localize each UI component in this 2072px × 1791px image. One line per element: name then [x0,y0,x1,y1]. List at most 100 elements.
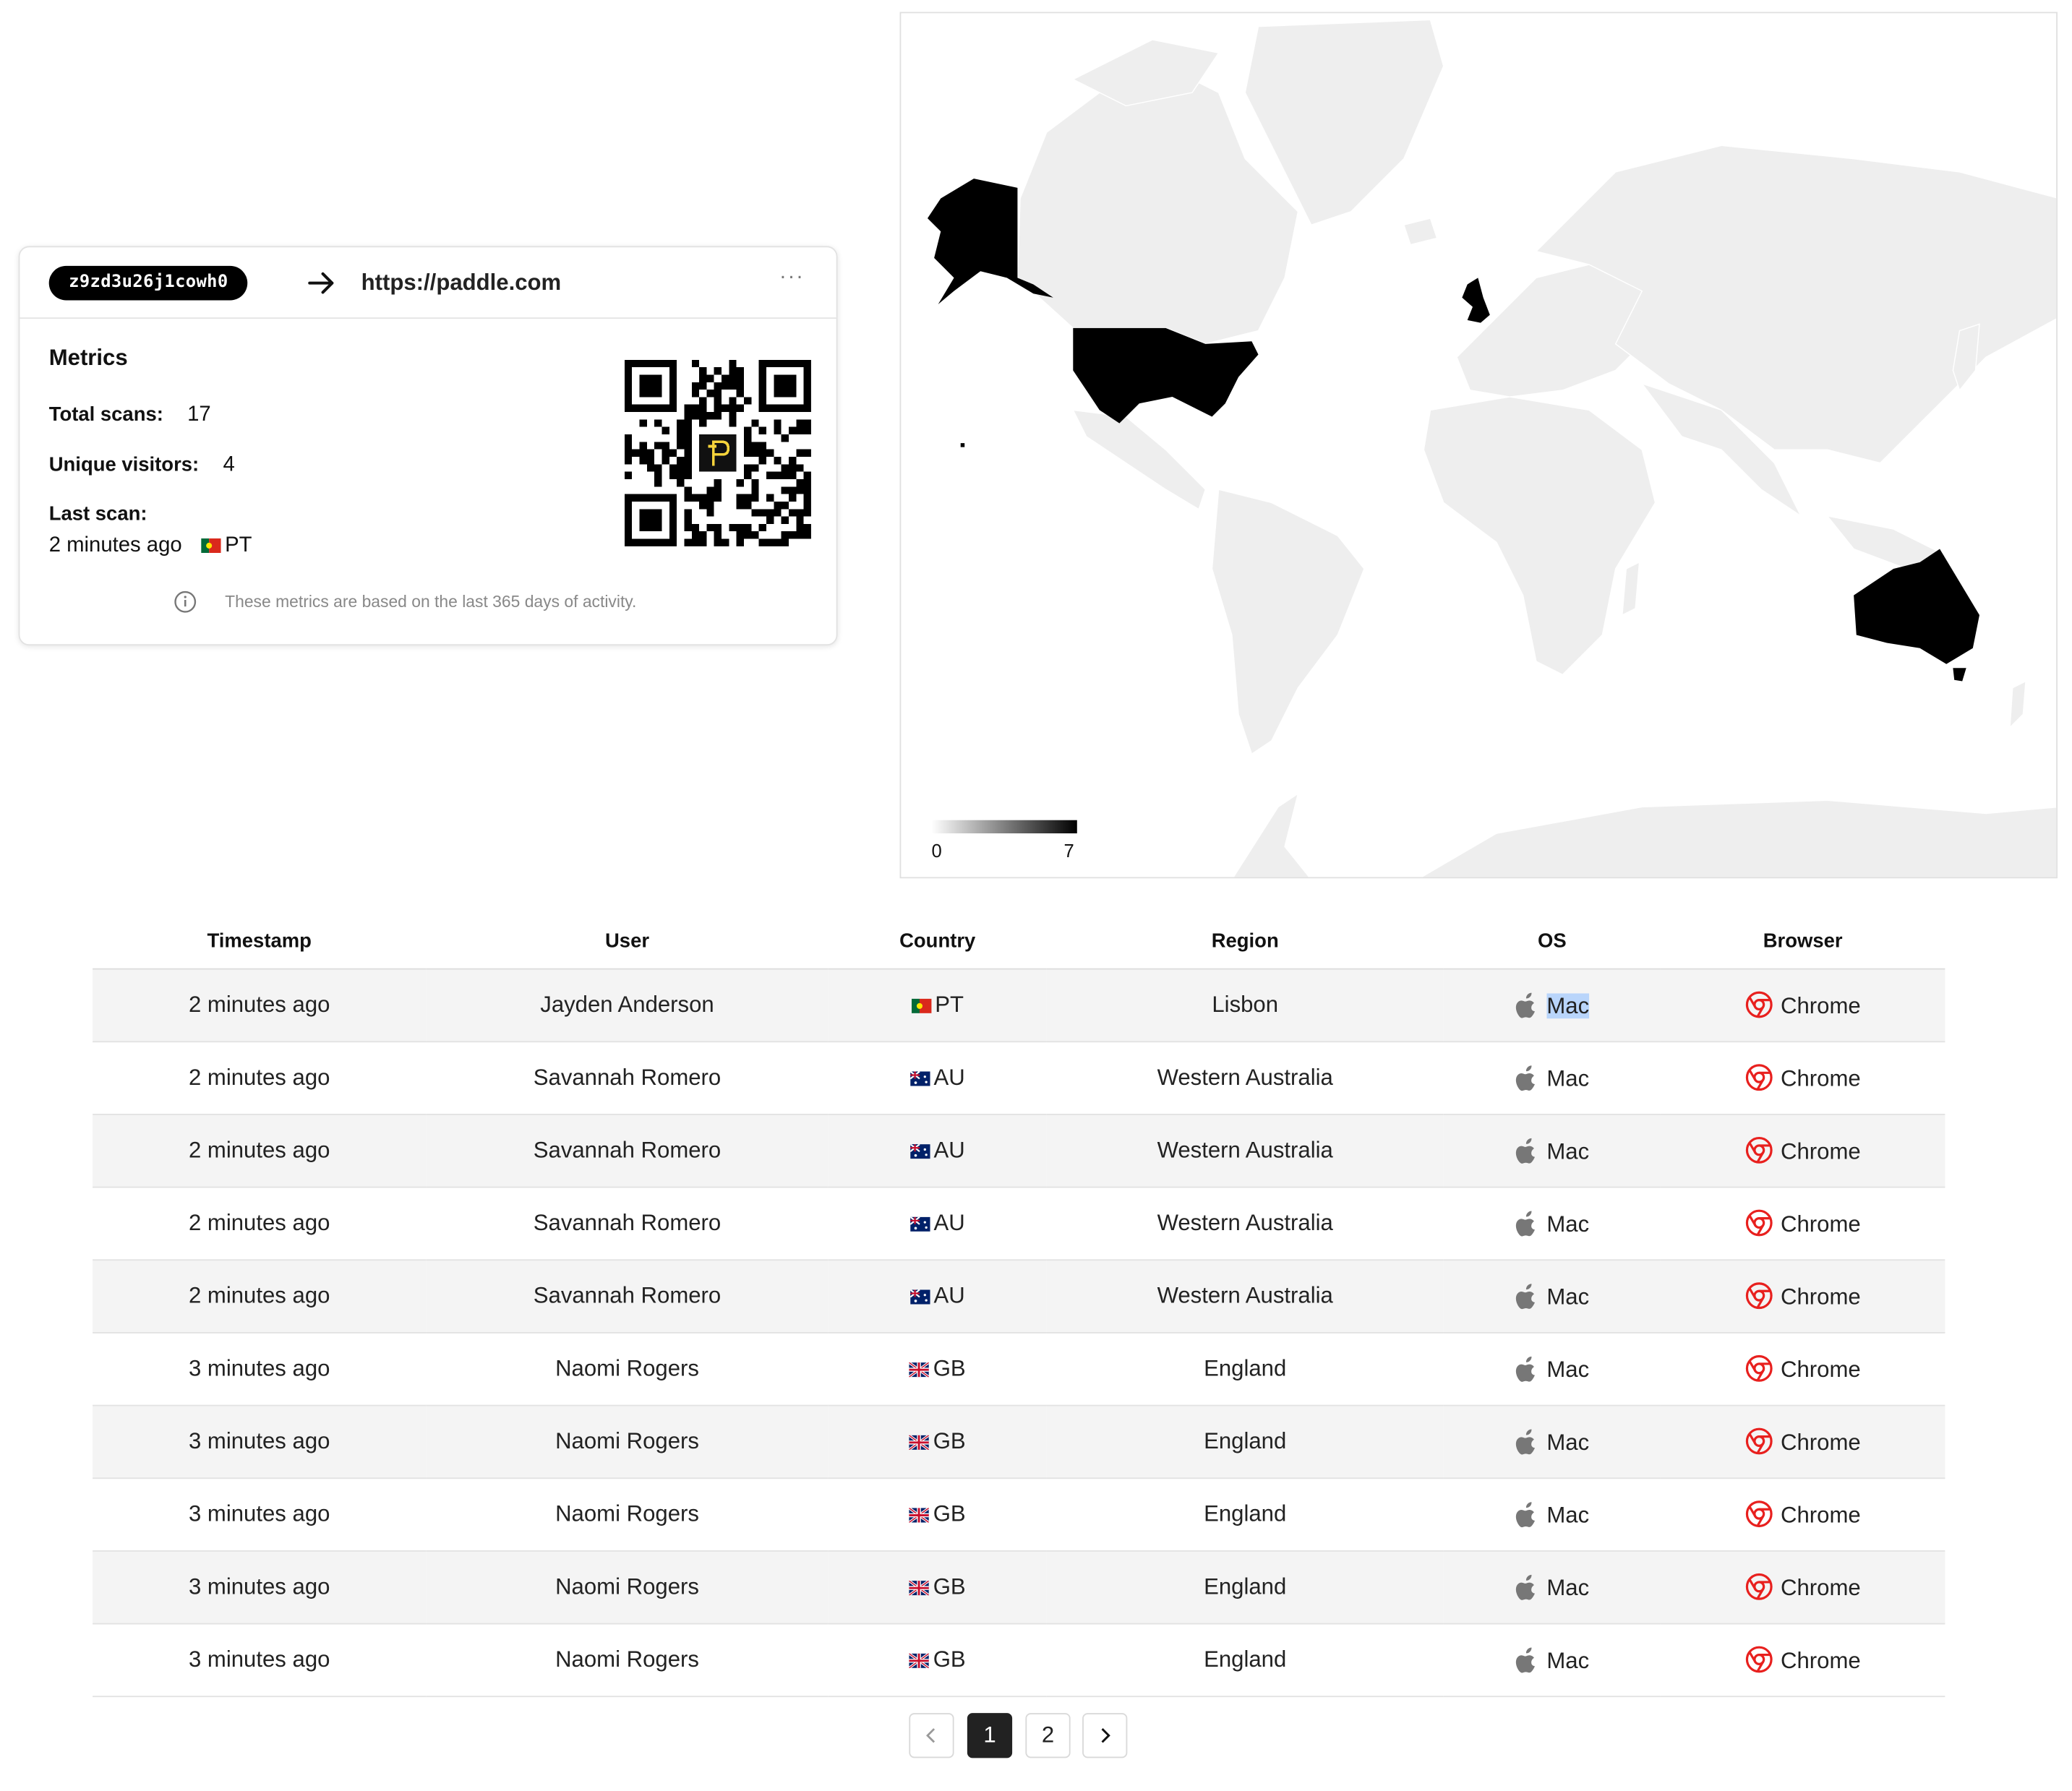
table-row[interactable]: 2 minutes ago Savannah Romero AU Western Au… [93,1114,1945,1188]
cell-region: Western Australia [1046,1114,1444,1188]
cell-os: Mac [1443,1623,1661,1698]
cell-user: Naomi Rogers [426,1623,829,1698]
timestamp-text: 2 minutes ago [188,1283,330,1309]
cell-timestamp: 3 minutes ago [93,1332,427,1406]
region-text: England [1204,1355,1287,1381]
table-row[interactable]: 3 minutes ago Naomi Rogers GB England Mac Chr… [93,1478,1945,1552]
cell-user: Savannah Romero [426,1187,829,1261]
os-text: Mac [1546,1065,1590,1091]
table-row[interactable]: 3 minutes ago Naomi Rogers GB England Mac Chr… [93,1623,1945,1698]
browser-text: Chrome [1781,1357,1861,1383]
cell-os: Mac [1443,1405,1661,1479]
cell-browser: Chrome [1660,968,1945,1043]
last-scan-country: PT [225,534,252,557]
os-text: Mac [1546,1284,1590,1309]
browser-text: Chrome [1781,1503,1861,1528]
qr-code-image[interactable] [624,359,811,546]
next-page-button[interactable] [1082,1713,1128,1758]
region-text: England [1204,1646,1287,1672]
antarctica-shape [1420,799,2057,877]
table-row[interactable]: 2 minutes ago Savannah Romero AU Western Au… [93,1041,1945,1115]
timestamp-text: 3 minutes ago [188,1428,330,1454]
map-legend-max: 7 [1063,840,1074,862]
table-row[interactable]: 2 minutes ago Savannah Romero AU Western Au… [93,1187,1945,1261]
cell-country: AU [828,1041,1047,1115]
prev-page-button[interactable] [909,1713,954,1758]
col-os[interactable]: OS [1443,912,1661,970]
table-row[interactable]: 3 minutes ago Naomi Rogers GB England Mac Chr… [93,1405,1945,1479]
user-text: Savannah Romero [533,1137,722,1163]
arrow-right-icon [308,272,334,294]
table-row[interactable]: 3 minutes ago Naomi Rogers GB England Mac Chr… [93,1550,1945,1625]
cell-browser: Chrome [1660,1114,1945,1188]
cell-country: AU [828,1114,1047,1188]
table-row[interactable]: 2 minutes ago Jayden Anderson PT Lisbon Mac C… [93,968,1945,1043]
user-text: Savannah Romero [533,1283,722,1309]
col-region[interactable]: Region [1046,912,1444,970]
region-text: England [1204,1573,1287,1599]
col-browser[interactable]: Browser [1660,912,1945,970]
cell-os: Mac [1443,1114,1661,1188]
table-row[interactable]: 3 minutes ago Naomi Rogers GB England Mac Chr… [93,1332,1945,1406]
cell-region: Western Australia [1046,1260,1444,1333]
scan-world-map: 0 7 [899,12,2058,879]
cell-browser: Chrome [1660,1623,1945,1698]
cell-region: England [1046,1623,1444,1698]
chevron-right-icon [1101,1728,1110,1743]
col-user[interactable]: User [426,912,829,970]
os-text: Mac [1546,1647,1590,1673]
cell-timestamp: 2 minutes ago [93,1187,427,1261]
last-scan-label: Last scan: [48,502,147,525]
total-scans-value: 17 [187,403,211,426]
browser-text: Chrome [1781,1211,1861,1237]
os-text: Mac [1546,1138,1590,1164]
cell-region: England [1046,1332,1444,1406]
browser-text: Chrome [1781,1430,1861,1456]
cell-region: England [1046,1478,1444,1552]
browser-text: Chrome [1781,1648,1861,1674]
country-text: GB [933,1573,966,1599]
australia-shape [1854,549,1979,664]
chrome-icon [1745,1209,1773,1237]
cell-user: Naomi Rogers [426,1332,829,1406]
country-text: PT [935,992,964,1018]
more-options-icon[interactable]: ··· [779,266,805,290]
cell-os: Mac [1443,1187,1661,1261]
short-code-badge[interactable]: z9zd3u26j1cowh0 [48,265,248,301]
cell-country: AU [828,1260,1047,1333]
cell-timestamp: 2 minutes ago [93,968,427,1043]
os-text: Mac [1546,1356,1590,1382]
country-text: GB [933,1501,966,1527]
page-2-button[interactable]: 2 [1025,1713,1071,1758]
chrome-icon [1745,1282,1773,1310]
apple-icon [1515,1355,1535,1381]
timestamp-text: 3 minutes ago [188,1573,330,1599]
page-1-button[interactable]: 1 [967,1713,1013,1758]
chrome-icon [1745,1354,1773,1382]
gb-flag-icon [909,1581,930,1596]
browser-text: Chrome [1781,1138,1861,1164]
madagascar-shape [1621,561,1640,617]
au-flag-icon [909,1071,930,1086]
gb-flag-icon [909,1653,930,1668]
gb-flag-icon [909,1362,930,1378]
pt-flag-icon [201,538,221,554]
cell-user: Savannah Romero [426,1260,829,1333]
destination-url[interactable]: https://paddle.com [361,267,562,299]
table-body: 2 minutes ago Jayden Anderson PT Lisbon Mac C… [93,968,1945,1698]
table-row[interactable]: 2 minutes ago Savannah Romero AU Western Au… [93,1260,1945,1333]
qr-link-card: z9zd3u26j1cowh0 https://paddle.com ··· M… [18,246,838,646]
last-scan-time: 2 minutes ago [48,534,182,557]
col-country[interactable]: Country [828,912,1047,970]
browser-text: Chrome [1781,1066,1861,1091]
region-text: Lisbon [1212,992,1279,1018]
chrome-icon [1745,991,1773,1018]
chrome-icon [1745,1064,1773,1091]
gb-flag-icon [909,1435,930,1450]
browser-text: Chrome [1781,993,1861,1019]
user-text: Naomi Rogers [555,1501,699,1527]
cell-browser: Chrome [1660,1405,1945,1479]
col-timestamp[interactable]: Timestamp [93,912,427,970]
cell-region: Western Australia [1046,1041,1444,1115]
apple-icon [1515,1210,1535,1236]
